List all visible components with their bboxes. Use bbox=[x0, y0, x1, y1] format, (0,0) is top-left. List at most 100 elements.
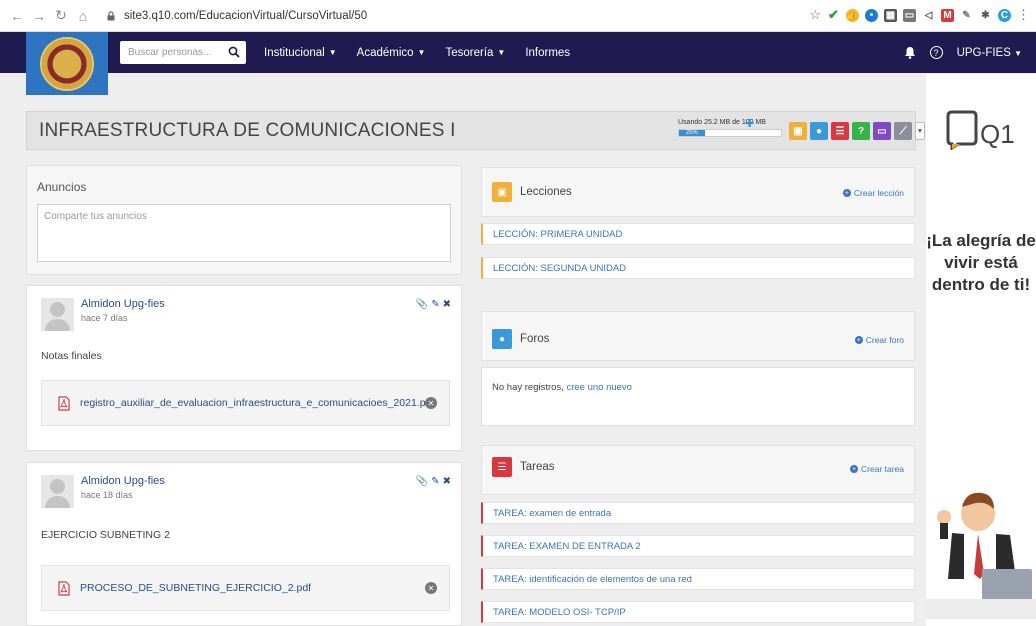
forums-panel: ● Foros + Crear foro bbox=[481, 311, 915, 361]
create-task-label: Crear tarea bbox=[861, 464, 904, 474]
user-menu[interactable]: UPG-FIES ▼ bbox=[957, 47, 1022, 59]
caret-down-icon: ▼ bbox=[1014, 48, 1022, 58]
menu-label: Institucional bbox=[264, 46, 325, 59]
menu-informes[interactable]: Informes bbox=[525, 47, 570, 59]
create-task-button[interactable]: + Crear tarea bbox=[850, 464, 904, 474]
forums-tool-icon[interactable]: ● bbox=[810, 122, 828, 140]
task-item[interactable]: TAREA: identificación de elementos de un… bbox=[481, 568, 915, 590]
star-icon[interactable]: ☆ bbox=[809, 7, 821, 23]
home-icon[interactable]: ⌂ bbox=[74, 7, 92, 25]
close-icon[interactable]: ✖ bbox=[443, 476, 451, 487]
post-actions: 📎 ✎ ✖ bbox=[416, 299, 451, 310]
institution-logo[interactable] bbox=[26, 32, 108, 95]
puzzle-extension-icon[interactable]: ✱ bbox=[979, 9, 992, 22]
paperclip-icon[interactable]: 📎 bbox=[416, 299, 428, 310]
attachment-link[interactable]: registro_auxiliar_de_evaluacion_infraest… bbox=[80, 397, 434, 409]
plus-circle-icon: + bbox=[842, 189, 851, 197]
grid-extension-icon[interactable]: ▦ bbox=[884, 8, 897, 22]
eyedropper-extension-icon[interactable]: ✎ bbox=[960, 9, 973, 22]
stats-tool-icon[interactable]: ⟋ bbox=[894, 122, 912, 140]
advertisement[interactable]: Q10 ¡La alegría de vivir está dentro de … bbox=[926, 74, 1036, 626]
forward-arrow-icon[interactable]: → bbox=[30, 7, 48, 25]
virtual-class-tool-icon[interactable]: ▭ bbox=[873, 122, 891, 140]
add-storage-icon[interactable]: ✚ bbox=[745, 117, 754, 130]
caret-down-icon: ▼ bbox=[497, 48, 506, 57]
plus-circle-icon: + bbox=[850, 465, 858, 473]
task-item[interactable]: TAREA: MODELO OSI- TCP/IP bbox=[481, 601, 915, 623]
post-author[interactable]: Almidon Upg-fies bbox=[81, 298, 165, 310]
search-input[interactable] bbox=[120, 42, 220, 63]
announcement-input[interactable] bbox=[37, 204, 451, 262]
storage-usage: Usando 25.2 MB de 100 MB 25% bbox=[678, 119, 783, 137]
lessons-panel: ▣ Lecciones + Crear lección bbox=[481, 167, 915, 217]
attachment-link[interactable]: PROCESO_DE_SUBNETING_EJERCICIO_2.pdf bbox=[80, 582, 311, 594]
announcements-panel: Anuncios bbox=[26, 165, 462, 275]
back-arrow-icon[interactable]: ← bbox=[8, 7, 26, 25]
menu-tesoreria[interactable]: Tesorería ▼ bbox=[445, 47, 505, 59]
cast-extension-icon[interactable]: ▭ bbox=[903, 8, 916, 22]
happy-person-illustration bbox=[926, 492, 1036, 619]
create-lesson-button[interactable]: + Crear lección bbox=[842, 188, 904, 198]
forums-empty-state: No hay registros, cree uno nuevo bbox=[481, 367, 915, 426]
browser-menu-icon[interactable]: ⋮ bbox=[1017, 7, 1030, 23]
storage-progress-fill: 25% bbox=[679, 130, 705, 136]
avatar bbox=[41, 298, 74, 331]
lessons-tool-icon[interactable]: ▣ bbox=[789, 122, 807, 140]
university-seal-icon bbox=[40, 36, 94, 91]
forums-empty-message: No hay registros, cree uno nuevo bbox=[492, 382, 632, 393]
create-forum-button[interactable]: + Crear foro bbox=[854, 335, 904, 345]
create-forum-link[interactable]: cree uno nuevo bbox=[566, 382, 632, 393]
quiz-tool-icon[interactable]: ? bbox=[852, 122, 870, 140]
post-author[interactable]: Almidon Upg-fies bbox=[81, 475, 165, 487]
announcement-post: Almidon Upg-fies hace 7 días 📎 ✎ ✖ Notas… bbox=[26, 285, 462, 451]
forums-icon: ● bbox=[492, 329, 512, 349]
q10-logo: Q10 bbox=[946, 110, 1014, 150]
pencil-icon[interactable]: ✎ bbox=[431, 299, 439, 310]
caret-down-icon: ▼ bbox=[328, 48, 337, 57]
menu-label: Informes bbox=[525, 46, 571, 59]
lessons-icon: ▣ bbox=[492, 182, 512, 202]
remove-attachment-icon[interactable]: ✕ bbox=[425, 582, 437, 594]
create-lesson-label: Crear lección bbox=[853, 188, 904, 198]
post-time: hace 7 días bbox=[81, 313, 128, 323]
menu-academico[interactable]: Académico ▼ bbox=[357, 47, 426, 59]
search-box bbox=[120, 41, 246, 64]
bell-icon[interactable] bbox=[904, 46, 916, 59]
tools-dropdown-icon[interactable]: ▼ bbox=[915, 122, 925, 140]
tasks-tool-icon[interactable]: ☰ bbox=[831, 122, 849, 140]
course-title-bar: INFRAESTRUCTURA DE COMUNICACIONES I Usan… bbox=[26, 111, 925, 150]
lesson-item[interactable]: LECCIÓN: PRIMERA UNIDAD bbox=[481, 223, 915, 245]
forums-title: Foros bbox=[520, 333, 550, 345]
ad-slogan: ¡La alegría de vivir está dentro de ti! bbox=[926, 231, 1036, 294]
lesson-item[interactable]: LECCIÓN: SEGUNDA UNIDAD bbox=[481, 257, 915, 279]
avatar bbox=[41, 475, 74, 508]
q10-logo-text: Q10 bbox=[980, 119, 1014, 149]
tasks-title: Tareas bbox=[520, 461, 555, 473]
profile-avatar-icon[interactable]: C bbox=[998, 8, 1011, 22]
remove-attachment-icon[interactable]: ✕ bbox=[425, 397, 437, 409]
address-bar[interactable]: site3.q10.com/EducacionVirtual/CursoVirt… bbox=[106, 5, 367, 27]
announcements-label: Anuncios bbox=[37, 180, 87, 194]
reload-icon[interactable]: ↻ bbox=[52, 7, 70, 25]
course-tools: ▣ ● ☰ ? ▭ ⟋ ▼ bbox=[789, 122, 925, 140]
paperclip-icon[interactable]: 📎 bbox=[416, 476, 428, 487]
thumb-extension-icon[interactable]: 👍 bbox=[846, 8, 859, 22]
menu-institucional[interactable]: Institucional ▼ bbox=[264, 47, 337, 59]
help-icon[interactable]: ? bbox=[929, 46, 943, 59]
tasks-panel: ☰ Tareas + Crear tarea bbox=[481, 445, 915, 495]
check-extension-icon[interactable]: ✔ bbox=[827, 7, 840, 22]
red-extension-icon[interactable]: M bbox=[941, 8, 954, 22]
close-icon[interactable]: ✖ bbox=[443, 299, 451, 310]
navbar-right: ? UPG-FIES ▼ bbox=[904, 32, 1022, 73]
plus-circle-icon: + bbox=[854, 336, 863, 344]
task-item[interactable]: TAREA: examen de entrada bbox=[481, 502, 915, 524]
blue-circle-extension-icon[interactable]: • bbox=[865, 8, 878, 22]
lock-icon bbox=[107, 10, 115, 20]
task-item[interactable]: TAREA: EXAMEN DE ENTRADA 2 bbox=[481, 535, 915, 557]
pencil-icon[interactable]: ✎ bbox=[431, 476, 439, 487]
audio-extension-icon[interactable]: ◁ bbox=[922, 9, 935, 22]
caret-down-icon: ▼ bbox=[417, 48, 426, 57]
search-icon[interactable] bbox=[228, 46, 240, 58]
tasks-icon: ☰ bbox=[492, 457, 512, 477]
announcement-post: Almidon Upg-fies hace 18 días 📎 ✎ ✖ EJER… bbox=[26, 462, 462, 626]
